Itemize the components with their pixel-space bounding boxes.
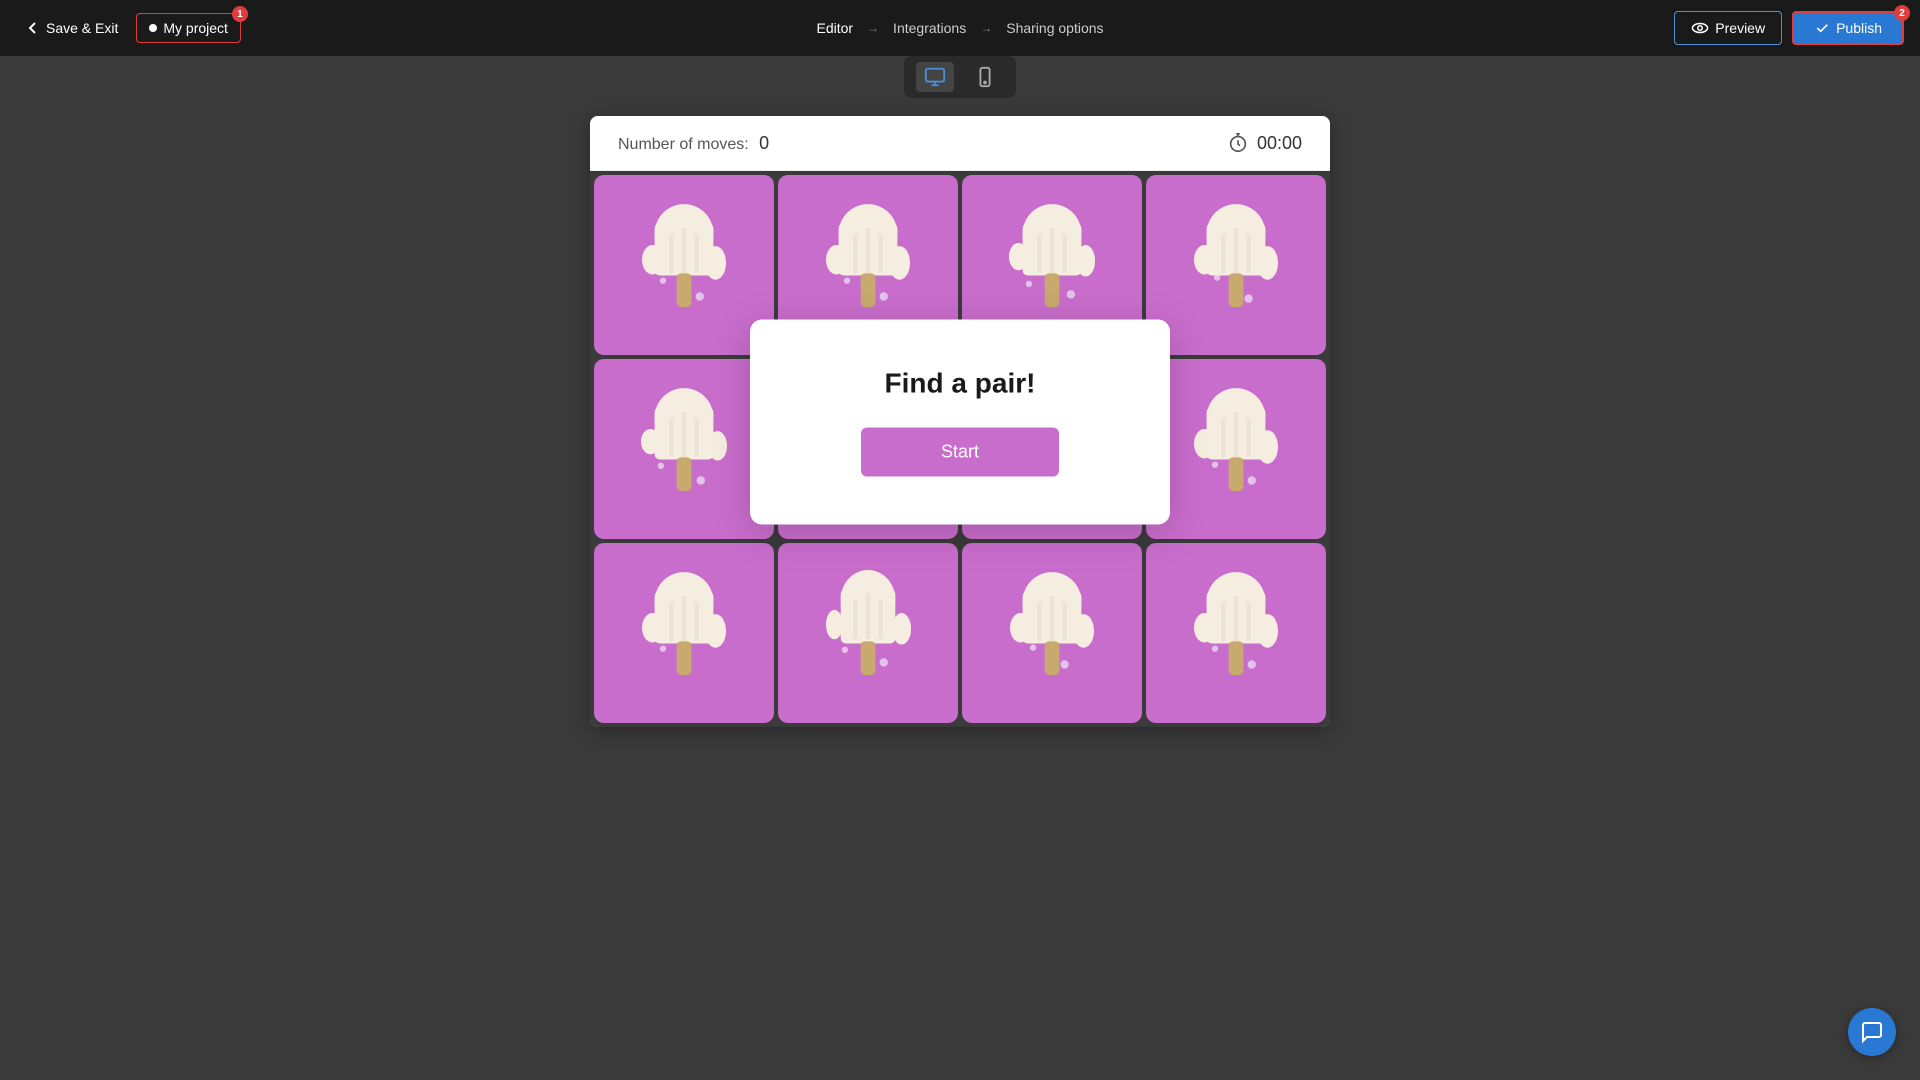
eye-icon <box>1691 19 1709 37</box>
card-8[interactable] <box>1146 359 1326 539</box>
preview-label: Preview <box>1715 20 1765 36</box>
card-9[interactable] <box>594 543 774 723</box>
check-icon <box>1814 20 1830 36</box>
save-exit-label: Save & Exit <box>46 20 118 36</box>
topbar-center: Editor → Integrations → Sharing options <box>810 0 1109 56</box>
chat-icon <box>1860 1020 1884 1044</box>
start-button[interactable]: Start <box>861 427 1059 476</box>
preview-button[interactable]: Preview <box>1674 11 1782 45</box>
dot-icon <box>149 24 157 32</box>
nav-sharing[interactable]: Sharing options <box>1000 16 1109 40</box>
desktop-view-button[interactable] <box>916 62 954 92</box>
project-badge: 1 <box>232 6 248 22</box>
project-name-button[interactable]: My project 1 <box>136 13 241 43</box>
nav-steps: Editor → Integrations → Sharing options <box>810 0 1109 56</box>
card-5[interactable] <box>594 359 774 539</box>
timer-icon <box>1227 132 1249 154</box>
game-header: Number of moves: 0 00:00 <box>590 116 1330 171</box>
topbar-right: Preview Publish 2 <box>1674 11 1904 45</box>
publish-badge: 2 <box>1894 5 1910 21</box>
card-12[interactable] <box>1146 543 1326 723</box>
popsicle-icon <box>1173 570 1299 696</box>
timer-section: 00:00 <box>1227 132 1302 154</box>
nav-integrations[interactable]: Integrations <box>887 16 972 40</box>
popsicle-icon <box>989 202 1115 328</box>
arrow-left-icon <box>26 21 40 35</box>
nav-editor[interactable]: Editor <box>810 16 859 40</box>
timer-display: 00:00 <box>1257 133 1302 154</box>
topbar-left: Save & Exit My project 1 <box>16 13 241 43</box>
arrow2-icon: → <box>980 21 992 35</box>
project-name-label: My project <box>163 20 228 36</box>
game-start-overlay: Find a pair! Start <box>750 319 1170 524</box>
game-container: Number of moves: 0 00:00 <box>590 116 1330 727</box>
popsicle-icon <box>1173 386 1299 512</box>
main-area: Number of moves: 0 00:00 <box>0 56 1920 1080</box>
card-4[interactable] <box>1146 175 1326 355</box>
popsicle-icon <box>1173 202 1299 328</box>
card-1[interactable] <box>594 175 774 355</box>
moves-label: Number of moves: <box>618 136 749 153</box>
desktop-icon <box>924 66 946 88</box>
device-toggle <box>904 56 1016 98</box>
publish-label: Publish <box>1836 20 1882 36</box>
topbar: Save & Exit My project 1 Editor → Integr… <box>0 0 1920 56</box>
popsicle-icon <box>805 570 931 696</box>
moves-section: Number of moves: 0 <box>618 133 769 154</box>
find-pair-title: Find a pair! <box>885 367 1036 399</box>
popsicle-icon <box>621 202 747 328</box>
chat-button[interactable] <box>1848 1008 1896 1056</box>
arrow1-icon: → <box>867 21 879 35</box>
mobile-icon <box>974 66 996 88</box>
card-10[interactable] <box>778 543 958 723</box>
popsicle-icon <box>805 202 931 328</box>
popsicle-icon <box>989 570 1115 696</box>
save-exit-button[interactable]: Save & Exit <box>16 14 128 42</box>
popsicle-icon <box>621 570 747 696</box>
publish-button[interactable]: Publish 2 <box>1792 11 1904 45</box>
moves-count: 0 <box>759 133 769 153</box>
card-11[interactable] <box>962 543 1142 723</box>
mobile-view-button[interactable] <box>966 62 1004 92</box>
popsicle-icon <box>621 386 747 512</box>
